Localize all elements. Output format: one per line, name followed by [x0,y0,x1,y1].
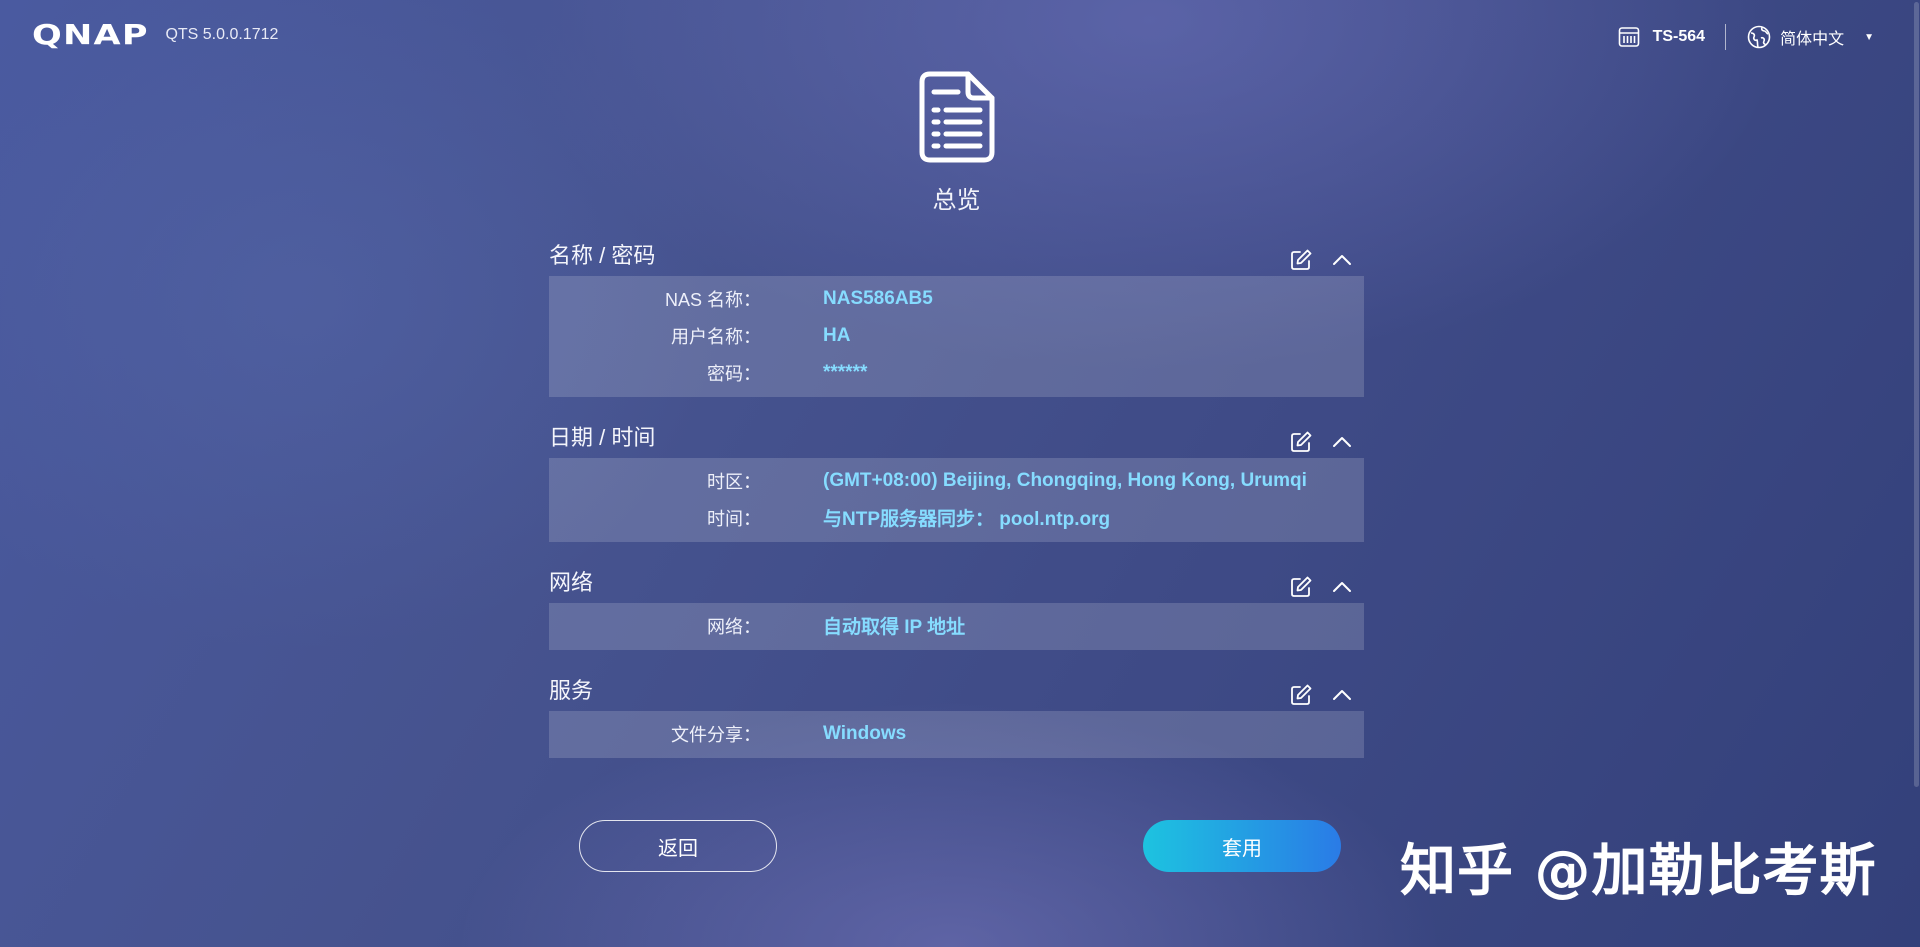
row-value: 与NTP服务器同步： pool.ntp.org [823,509,1111,530]
section-title: 服务 [549,678,594,703]
section-body: NAS 名称： NAS586AB5 用户名称： HA 密码： ****** [549,276,1364,397]
row-label: NAS 名称： [664,289,761,310]
row-value: HA [823,324,851,346]
page-title: 总览 [932,187,981,214]
section-body: 文件分享： Windows [549,711,1364,758]
section-body: 网络： 自动取得 IP 地址 [549,603,1364,650]
row-label: 网络： [707,616,761,637]
section-header: 名称 / 密码 [549,232,1364,276]
globe-icon[interactable] [1746,24,1772,50]
summary-row: 时间： 与NTP服务器同步： pool.ntp.org [549,499,1364,536]
summary-row: 文件分享： Windows [549,715,1364,752]
nas-device-icon [1618,27,1639,47]
section-body: 时区： (GMT+08:00) Beijing, Chongqing, Hong… [549,458,1364,542]
row-label: 文件分享： [671,724,761,745]
edit-icon[interactable] [1289,575,1313,599]
scrollbar-thumb[interactable] [1914,2,1919,787]
watermark-text: 知乎 @加勒比考斯 [1400,839,1877,904]
apply-button[interactable]: 套用 [1143,820,1341,872]
row-value: (GMT+08:00) Beijing, Chongqing, Hong Kon… [823,469,1307,491]
section-header: 服务 [549,667,1364,711]
section-header: 网络 [549,559,1364,603]
summary-row: 用户名称： HA [549,317,1364,354]
section-title: 网络 [549,570,594,595]
firmware-version: QTS 5.0.0.1712 [165,26,279,43]
row-value: 自动取得 IP 地址 [823,617,966,638]
section-actions [1289,430,1354,454]
row-label: 用户名称： [671,326,761,347]
chevron-up-icon[interactable] [1330,575,1354,599]
row-label: 密码： [707,363,761,384]
section-actions [1289,248,1354,272]
section-header: 日期 / 时间 [549,414,1364,458]
summary-row: 时区： (GMT+08:00) Beijing, Chongqing, Hong… [549,462,1364,499]
document-list-icon [919,71,995,163]
section-date-time: 日期 / 时间 时区： (GMT+08:00) Beijing, Chongqi… [549,414,1364,542]
edit-icon[interactable] [1289,683,1313,707]
chevron-up-icon[interactable] [1330,248,1354,272]
summary-row: 网络： 自动取得 IP 地址 [549,607,1364,644]
section-title: 名称 / 密码 [549,243,656,268]
edit-icon[interactable] [1289,248,1313,272]
language-selector[interactable]: 简体中文 [1780,25,1844,49]
row-label: 时间： [707,508,761,529]
summary-row: NAS 名称： NAS586AB5 [549,280,1364,317]
row-value: ****** [823,361,868,383]
section-title: 日期 / 时间 [549,425,656,450]
summary-content: 名称 / 密码 NAS 名称： NAS586AB5 用户名称： HA 密码： *… [549,232,1364,775]
divider [1725,24,1727,50]
section-actions [1289,683,1354,707]
section-services: 服务 文件分享： Windows [549,667,1364,758]
device-model: TS-564 [1652,28,1706,45]
row-value: NAS586AB5 [823,287,933,309]
summary-row: 密码： ****** [549,354,1364,391]
back-button[interactable]: 返回 [579,820,777,872]
section-name-password: 名称 / 密码 NAS 名称： NAS586AB5 用户名称： HA 密码： *… [549,232,1364,397]
qnap-brand: QNAP [32,18,149,51]
row-label: 时区： [707,471,761,492]
chevron-up-icon[interactable] [1330,683,1354,707]
section-actions [1289,575,1354,599]
section-network: 网络 网络： 自动取得 IP 地址 [549,559,1364,650]
chevron-up-icon[interactable] [1330,430,1354,454]
scrollbar[interactable] [1912,0,1920,947]
top-right-bar: TS-564 简体中文 ▼ [1617,22,1874,52]
row-value: Windows [823,722,907,744]
caret-down-icon[interactable]: ▼ [1864,32,1874,43]
edit-icon[interactable] [1289,430,1313,454]
app-logo: QNAP QTS 5.0.0.1712 [32,18,279,51]
